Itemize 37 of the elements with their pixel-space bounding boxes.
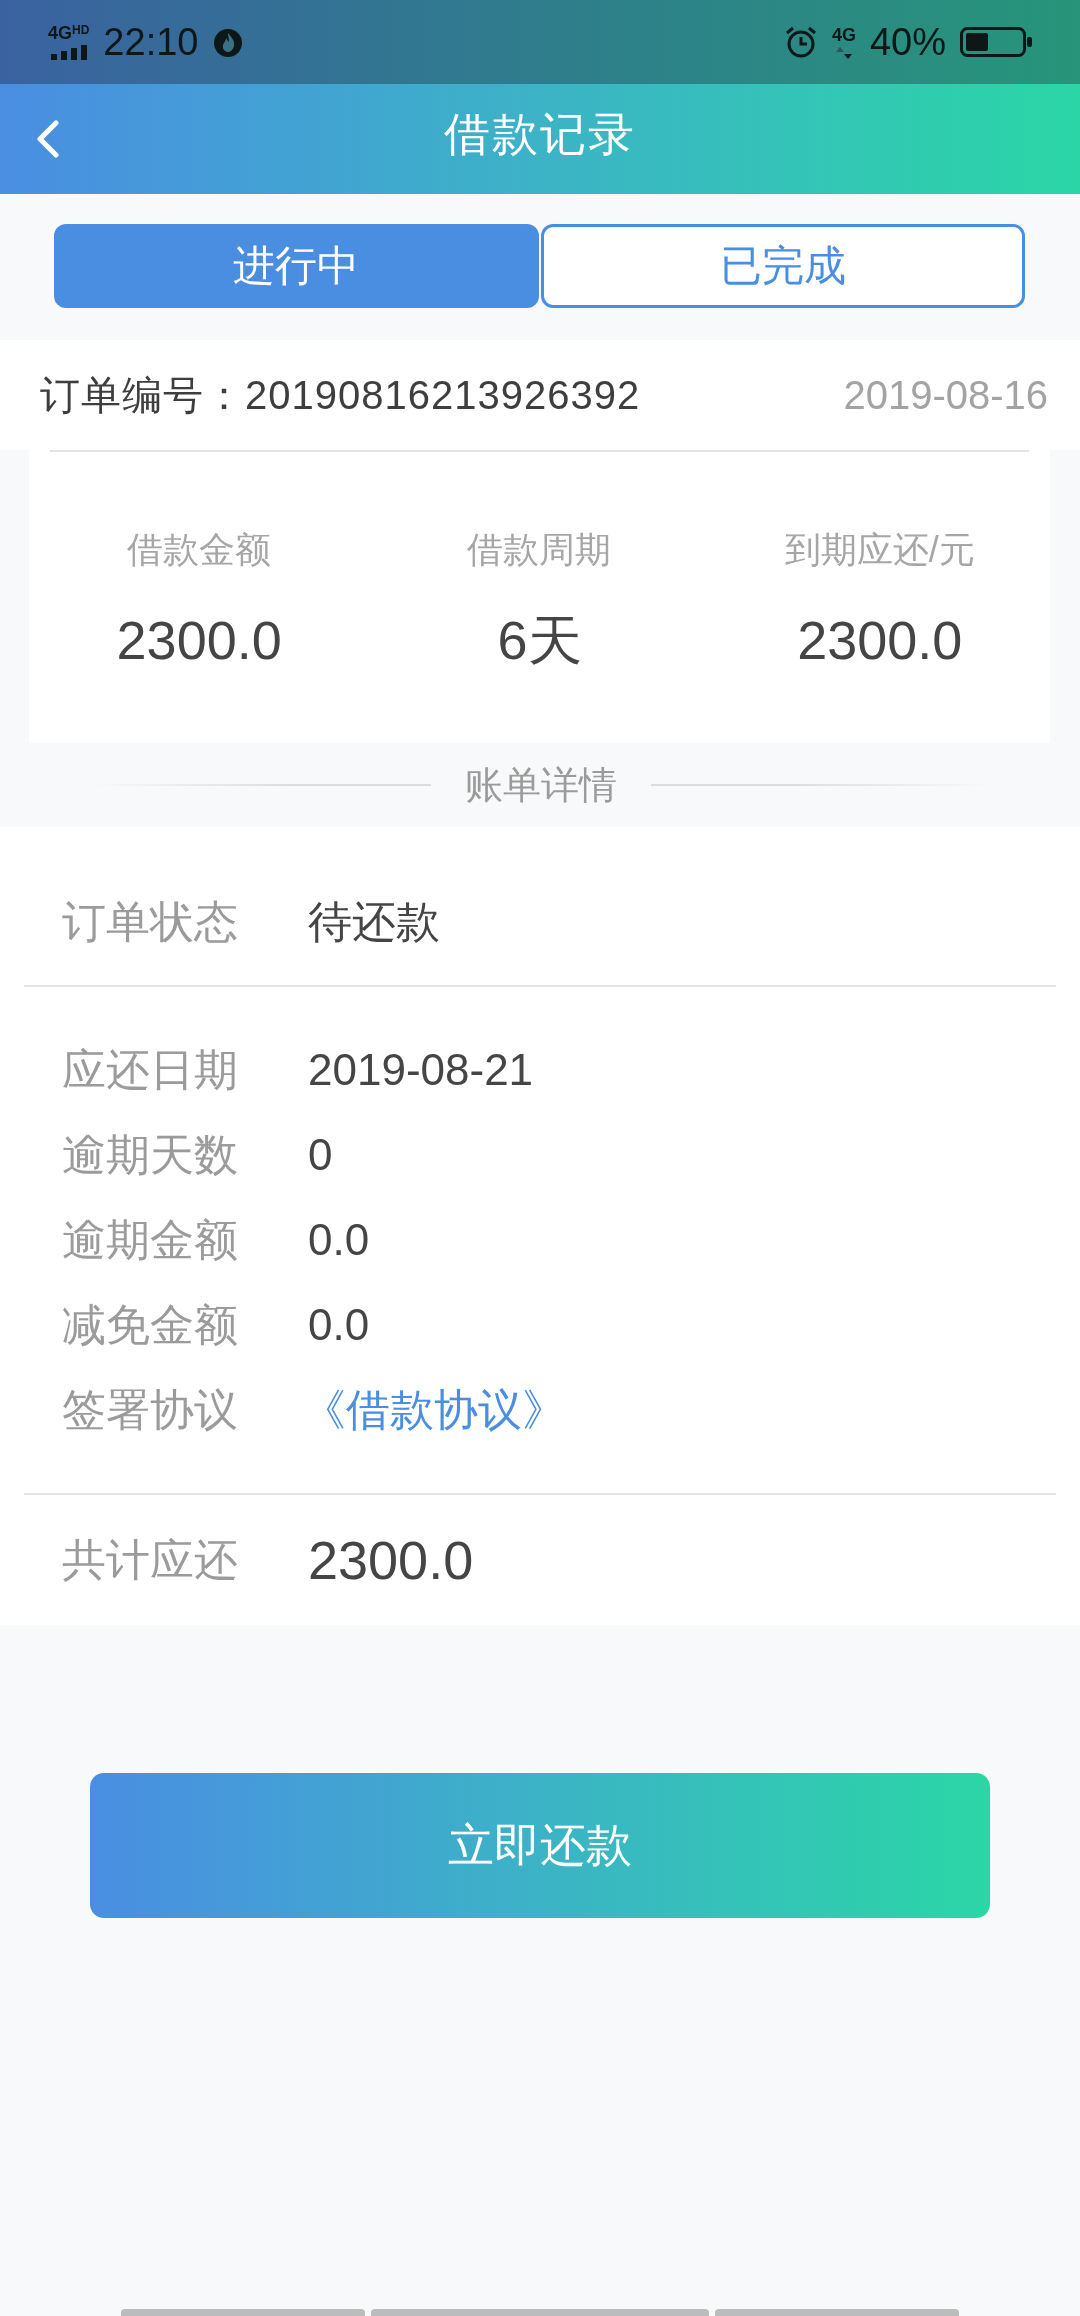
detail-value: 0 (308, 1128, 333, 1181)
page-title: 借款记录 (443, 107, 637, 162)
order-date: 2019-08-16 (843, 372, 1048, 418)
detail-label: 逾期金额 (62, 1213, 239, 1266)
alarm-clock-icon (783, 25, 818, 59)
section-title: 账单详情 (465, 762, 617, 808)
detail-label: 逾期天数 (62, 1128, 239, 1181)
summary-label: 到期应还/元 (784, 530, 975, 570)
detail-value: 0.0 (308, 1213, 370, 1266)
flame-icon (212, 26, 245, 58)
network-type-label: 4G (831, 25, 856, 44)
detail-label: 应还日期 (62, 1043, 239, 1096)
detail-value: 2019-08-21 (308, 1043, 534, 1096)
repay-button[interactable]: 立即还款 (90, 1773, 990, 1918)
detail-value: 待还款 (308, 896, 440, 948)
signal-icon (50, 45, 87, 60)
total-value: 2300.0 (308, 1530, 474, 1590)
status-time: 22:10 (103, 23, 199, 61)
summary-value: 2300.0 (116, 610, 282, 670)
total-label: 共计应还 (62, 1534, 239, 1586)
detail-label: 减免金额 (62, 1298, 239, 1351)
detail-label: 订单状态 (62, 896, 239, 948)
battery-icon (960, 27, 1032, 57)
summary-value: 6天 (497, 610, 582, 670)
summary-label: 借款金额 (127, 530, 272, 570)
detail-value: 0.0 (308, 1298, 370, 1351)
detail-label: 签署协议 (62, 1383, 239, 1436)
order-number: 订单编号：20190816213926392 (40, 371, 641, 419)
data-arrows-icon (835, 46, 852, 59)
summary-label: 借款周期 (467, 530, 612, 570)
tab[interactable]: 进行中 (54, 224, 539, 308)
summary-value: 2300.0 (797, 610, 963, 670)
back-icon (34, 120, 60, 158)
network-type-label: 4G$^{HD}$ (48, 24, 90, 42)
tab[interactable]: 已完成 (540, 224, 1025, 308)
agreement-link[interactable]: 《借款协议》 (302, 1382, 566, 1437)
battery-percent: 40% (869, 23, 946, 61)
